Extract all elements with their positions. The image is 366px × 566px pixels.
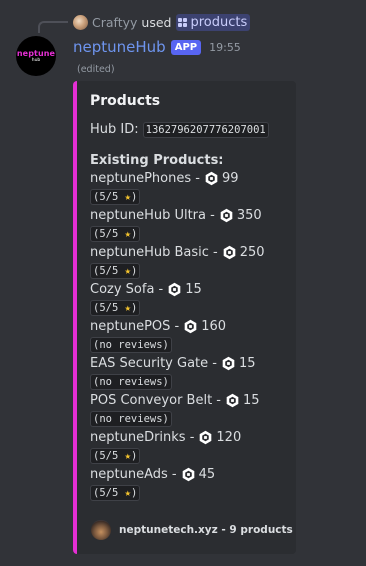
product-price: 15 (243, 392, 260, 408)
product-rating-row: (5/5 ★) (90, 447, 284, 466)
product-price: 120 (216, 429, 242, 445)
product-name: neptuneHub Basic - (90, 244, 218, 260)
product-row: neptuneDrinks - 120 (90, 429, 284, 448)
product-rating: (no reviews) (90, 374, 172, 391)
bot-avatar[interactable]: neptune hub (16, 36, 56, 76)
reply-context[interactable]: Craftyy used products (73, 13, 251, 31)
product-rating-row: (5/5 ★) (90, 484, 284, 503)
star-icon: ★ (124, 191, 131, 204)
product-row: EAS Security Gate - 15 (90, 355, 284, 374)
embed-title: Products (90, 93, 161, 109)
products-embed: Products Hub ID: 1362796207776207001 Exi… (73, 81, 296, 554)
command-name: products (190, 14, 248, 30)
section-title: Existing Products: (90, 152, 224, 168)
robux-icon (221, 356, 236, 371)
product-row: POS Conveyor Belt - 15 (90, 392, 284, 411)
product-rating: (5/5 ★) (90, 485, 141, 502)
reply-connector (38, 21, 68, 33)
footer-text: neptunetech.xyz - 9 products (119, 524, 293, 536)
embed-footer: neptunetech.xyz - 9 products (91, 520, 293, 540)
reply-verb: used (141, 14, 172, 30)
product-price: 45 (198, 466, 216, 482)
product-name: POS Conveyor Belt - (90, 392, 221, 408)
product-price: 15 (238, 355, 256, 371)
product-row: neptuneHub Ultra - 350 (90, 207, 284, 226)
robux-icon (167, 282, 182, 297)
embed-description: Hub ID: 1362796207776207001 Existing Pro… (90, 121, 284, 503)
product-price: 250 (239, 244, 265, 260)
timestamp[interactable]: 19:55 (209, 41, 241, 54)
product-row: neptuneAds - 45 (90, 466, 284, 485)
slash-command-icon (178, 17, 188, 27)
product-rating: (5/5 ★) (90, 448, 141, 465)
product-name: neptunePOS - (90, 318, 180, 334)
footer-icon (91, 520, 111, 540)
avatar-logo-subtext: hub (31, 57, 41, 63)
product-rating-row: (5/5 ★) (90, 262, 284, 281)
product-row: neptuneHub Basic - 250 (90, 244, 284, 263)
product-rating: (5/5 ★) (90, 300, 141, 317)
product-rating: (5/5 ★) (90, 263, 141, 280)
product-name: EAS Security Gate - (90, 355, 217, 371)
product-list: neptunePhones -99 (5/5 ★) neptuneHub Ultra… (90, 170, 284, 503)
reply-username[interactable]: Craftyy (92, 15, 137, 30)
message-header: neptuneHub APP 19:55 (73, 37, 241, 57)
product-rating: (no reviews) (90, 411, 172, 428)
star-icon: ★ (124, 487, 131, 500)
product-name: neptuneAds - (90, 466, 177, 482)
product-row: Cozy Sofa - 15 (90, 281, 284, 300)
product-name: neptuneDrinks - (90, 429, 195, 445)
product-name: neptunePhones - (90, 170, 200, 186)
product-rating-row: (no reviews) (90, 373, 284, 392)
product-rating-row: (no reviews) (90, 336, 284, 355)
robux-icon (181, 467, 196, 482)
star-icon: ★ (124, 450, 131, 463)
product-rating-row: (5/5 ★) (90, 225, 284, 244)
robux-icon (183, 319, 198, 334)
hub-id-label: Hub ID: (90, 122, 139, 138)
product-row: neptunePhones - 99 (90, 170, 284, 189)
command-chip[interactable]: products (176, 13, 251, 31)
product-rating-row: (no reviews) (90, 410, 284, 429)
product-rating: (no reviews) (90, 337, 172, 354)
author-name[interactable]: neptuneHub (73, 38, 166, 56)
reply-avatar[interactable] (73, 14, 88, 30)
robux-icon (219, 208, 234, 223)
product-price: 160 (201, 318, 227, 334)
robux-icon (225, 393, 240, 408)
product-rating-row: (5/5 ★) (90, 188, 284, 207)
avatar-logo-text: neptune (16, 48, 56, 58)
product-price: 99 (221, 170, 239, 186)
hub-id-row: Hub ID: 1362796207776207001 (90, 121, 284, 140)
star-icon: ★ (124, 302, 131, 315)
hub-id-code: 1362796207776207001 (142, 122, 269, 139)
product-rating: (5/5 ★) (90, 189, 141, 206)
product-row: neptunePOS - 160 (90, 318, 284, 337)
product-rating: (5/5 ★) (90, 226, 141, 243)
product-rating-row: (5/5 ★) (90, 299, 284, 318)
product-price: 350 (236, 207, 262, 223)
product-name: Cozy Sofa - (90, 281, 164, 297)
robux-icon (222, 245, 237, 260)
edited-label: (edited) (77, 64, 115, 75)
robux-icon (204, 171, 219, 186)
app-badge: APP (170, 39, 202, 55)
star-icon: ★ (124, 228, 131, 241)
product-name: neptuneHub Ultra - (90, 207, 215, 223)
robux-icon (198, 430, 213, 445)
star-icon: ★ (124, 265, 131, 278)
product-price: 15 (185, 281, 202, 297)
